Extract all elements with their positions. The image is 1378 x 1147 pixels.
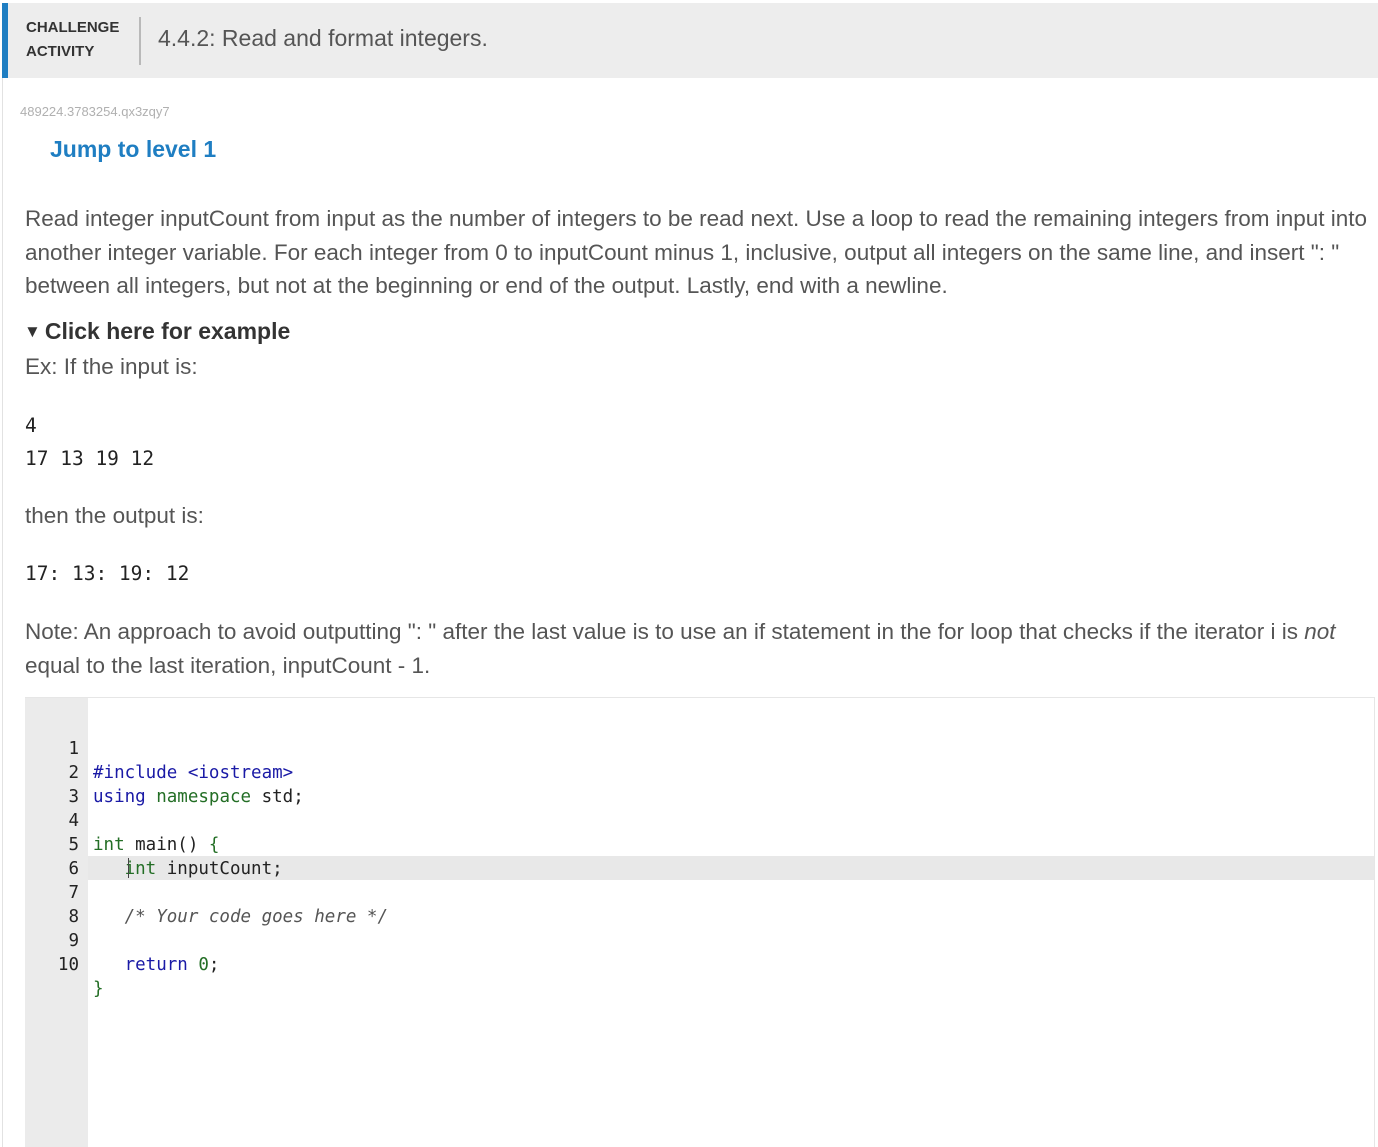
example-input-block: 4 17 13 19 12 — [25, 409, 154, 475]
code-line: 6 — [25, 833, 1374, 879]
note-text: Note: An approach to avoid outputting ":… — [25, 615, 1370, 683]
code-editor[interactable]: 1 #include <iostream> 2 using namespace … — [25, 697, 1375, 1147]
code-text: } — [93, 979, 104, 999]
example-toggle[interactable]: ▼ Click here for example — [24, 318, 290, 345]
content-left-border — [2, 78, 3, 1147]
instructions-text: Read integer inputCount from input as th… — [25, 206, 1368, 298]
triangle-down-icon: ▼ — [24, 322, 41, 341]
code-line: 2 using namespace std; — [25, 737, 1374, 807]
code-text: return 0; — [124, 955, 220, 975]
header-divider — [139, 17, 141, 65]
example-input-line: 17 13 19 12 — [25, 447, 155, 470]
note-text-start: Note: An approach to avoid outputting ":… — [25, 619, 1305, 644]
code-line: 7 /* Your code goes here */ — [25, 857, 1374, 927]
activity-title: 4.4.2: Read and format integers. — [158, 25, 488, 51]
example-toggle-label: Click here for example — [44, 318, 291, 344]
code-token: 0 — [198, 955, 209, 975]
note-emphasis: not — [1304, 619, 1336, 644]
example-input-intro: Ex: If the input is: — [25, 354, 198, 379]
line-number: 10 — [57, 955, 79, 975]
code-token: return — [124, 955, 188, 975]
text-cursor — [128, 858, 129, 878]
challenge-activity-header: CHALLENGE ACTIVITY 4.4.2: Read and forma… — [2, 3, 1378, 78]
jump-to-level-link[interactable]: Jump to level 1 — [50, 136, 216, 163]
code-line: 5 int inputCount; — [25, 809, 1374, 879]
code-line: 4 int main() { — [25, 785, 1374, 855]
example-output-line: 17: 13: 19: 12 — [25, 562, 190, 585]
activity-id: 489224.3783254.qx3zqy7 — [20, 104, 170, 119]
code-line: 1 #include <iostream> — [25, 713, 1374, 783]
note-text-end: equal to the last iteration, inputCount … — [25, 653, 431, 678]
code-line: 8 — [25, 881, 1374, 927]
code-line: 3 — [25, 761, 1374, 807]
code-line: 10 } — [25, 929, 1374, 999]
example-output-intro: then the output is: — [25, 503, 204, 528]
challenge-activity-label: CHALLENGE ACTIVITY — [26, 19, 120, 60]
code-line: 9 return 0; — [25, 905, 1374, 975]
example-input-line: 4 — [25, 414, 37, 437]
